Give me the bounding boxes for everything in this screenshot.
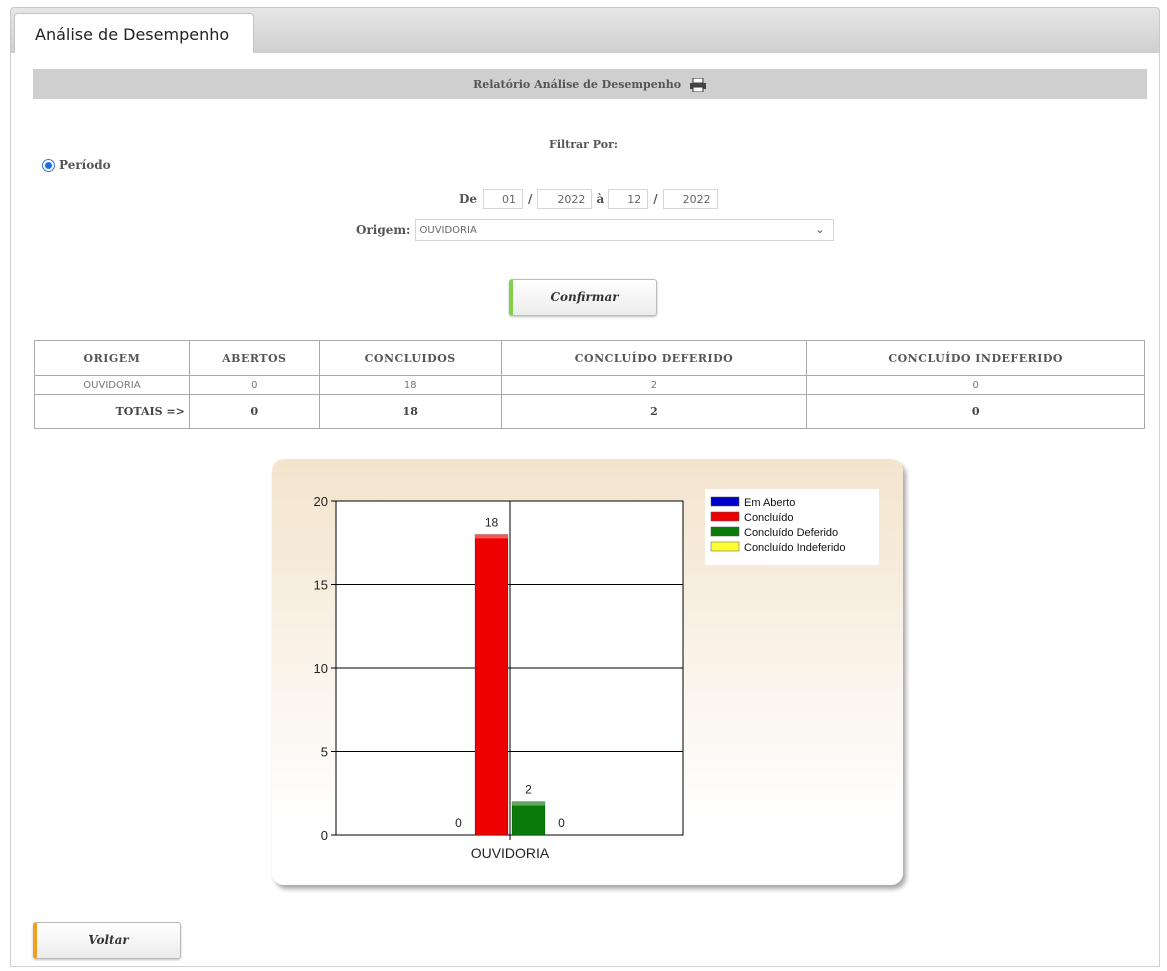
data-label: 0 bbox=[455, 816, 462, 830]
origem-value: OUVIDORIA bbox=[419, 225, 477, 236]
table-cell: 0 bbox=[806, 375, 1145, 395]
results-table: ORIGEM ABERTOS CONCLUIDOS CONCLUÍDO DEFE… bbox=[34, 340, 1145, 429]
printer-icon[interactable] bbox=[689, 77, 707, 95]
chevron-down-icon: ⌄ bbox=[815, 223, 825, 236]
report-header: Relatório Análise de Desempenho bbox=[33, 69, 1147, 99]
legend-label: Concluído Indeferido bbox=[744, 542, 846, 554]
bar-concluído bbox=[474, 533, 509, 836]
a-label: à bbox=[596, 192, 605, 206]
to-year-input[interactable]: 2022 bbox=[662, 189, 718, 209]
to-month-input[interactable]: 12 bbox=[608, 189, 649, 209]
from-month-input[interactable]: 01 bbox=[483, 189, 524, 209]
table-cell: OUVIDORIA bbox=[34, 375, 190, 395]
tab-analise-desempenho[interactable]: Análise de Desempenho bbox=[14, 13, 254, 54]
chart-container: 0 5 10 15 20 0 18 2 0 OUVIDORIA Em Aberto Concluído… bbox=[272, 459, 903, 885]
legend-swatch bbox=[710, 511, 740, 522]
data-label: 2 bbox=[525, 783, 532, 797]
data-label: 0 bbox=[558, 816, 565, 830]
table-header-row: ORIGEM ABERTOS CONCLUIDOS CONCLUÍDO DEFE… bbox=[34, 340, 1145, 376]
totals-row: TOTAIS => 0 18 2 0 bbox=[34, 394, 1145, 429]
total-cell: 2 bbox=[500, 394, 808, 429]
table-cell: 18 bbox=[318, 375, 502, 395]
de-label: De bbox=[459, 192, 478, 206]
date-separator: / bbox=[528, 192, 533, 206]
radio-button[interactable] bbox=[42, 158, 55, 172]
y-tick-label: 15 bbox=[314, 578, 328, 593]
report-title: Relatório Análise de Desempenho bbox=[473, 78, 682, 91]
legend-label: Concluído bbox=[744, 512, 794, 524]
column-header: CONCLUÍDO INDEFERIDO bbox=[806, 340, 1145, 376]
totals-label: TOTAIS => bbox=[34, 394, 190, 429]
legend-swatch bbox=[710, 496, 740, 507]
bar-highlight bbox=[512, 801, 545, 806]
table-cell: 2 bbox=[500, 375, 808, 395]
filter-title: Filtrar Por: bbox=[549, 138, 618, 151]
legend-swatch bbox=[710, 526, 740, 537]
radio-label: Período bbox=[59, 158, 111, 172]
origem-row: Origem: OUVIDORIA ⌄ bbox=[356, 219, 834, 241]
legend-label: Concluído Deferido bbox=[744, 527, 838, 539]
y-tick-label: 10 bbox=[314, 661, 328, 676]
total-cell: 18 bbox=[318, 394, 502, 429]
column-header: ORIGEM bbox=[34, 340, 190, 376]
total-cell: 0 bbox=[188, 394, 320, 429]
back-button[interactable]: Voltar bbox=[33, 922, 181, 959]
radio-periodo[interactable]: Período bbox=[42, 158, 111, 172]
y-tick-label: 20 bbox=[314, 494, 328, 509]
column-header: CONCLUÍDO DEFERIDO bbox=[500, 340, 808, 376]
date-range-row: De 01 / 2022 à 12 / 2022 bbox=[459, 189, 718, 209]
table-row: OUVIDORIA 0 18 2 0 bbox=[34, 375, 1145, 395]
y-tick-label: 5 bbox=[321, 745, 328, 760]
date-separator: / bbox=[653, 192, 658, 206]
bar-chart: 0510152001820OUVIDORIAEm AbertoConcluído… bbox=[314, 489, 879, 861]
legend-swatch bbox=[710, 541, 740, 552]
origem-select[interactable]: OUVIDORIA ⌄ bbox=[414, 219, 834, 241]
bar-highlight bbox=[475, 534, 508, 539]
table-cell: 0 bbox=[188, 375, 320, 395]
tab-strip: Análise de Desempenho bbox=[10, 7, 1160, 54]
column-header: CONCLUIDOS bbox=[318, 340, 502, 376]
column-header: ABERTOS bbox=[188, 340, 320, 376]
y-tick-label: 0 bbox=[321, 828, 328, 843]
bar-concluído-deferido bbox=[511, 801, 546, 836]
origem-label: Origem: bbox=[356, 223, 411, 237]
legend-label: Em Aberto bbox=[744, 497, 795, 509]
data-label: 18 bbox=[485, 515, 499, 529]
total-cell: 0 bbox=[806, 394, 1145, 429]
from-year-input[interactable]: 2022 bbox=[537, 189, 593, 209]
x-tick-label: OUVIDORIA bbox=[471, 845, 550, 861]
confirm-button[interactable]: Confirmar bbox=[509, 279, 657, 316]
